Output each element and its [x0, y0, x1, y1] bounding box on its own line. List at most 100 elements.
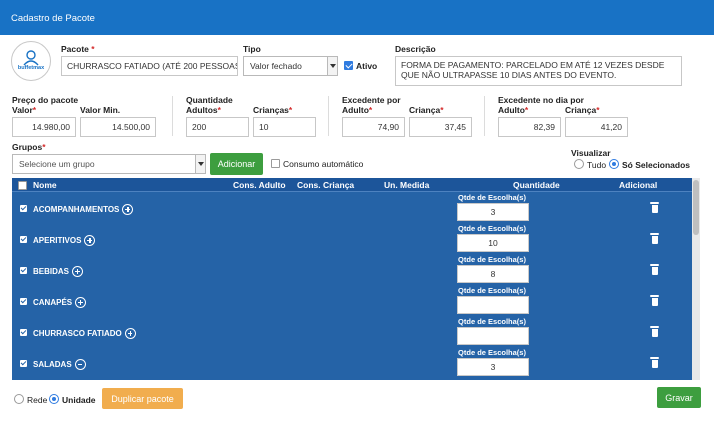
col-nome: Nome — [33, 180, 57, 190]
qty-input[interactable]: 10 — [457, 234, 529, 252]
adultos-input[interactable]: 200 — [186, 117, 249, 137]
quantidade-label: Quantidade — [186, 95, 233, 105]
col-cons-adulto: Cons. Adulto — [233, 180, 286, 190]
trash-icon[interactable] — [650, 233, 659, 244]
excedente-dia-crianca-input[interactable]: 41,20 — [565, 117, 628, 137]
title-bar: Cadastro de Pacote — [0, 0, 714, 35]
row-name: ACOMPANHAMENTOS — [33, 205, 120, 214]
qty-input[interactable]: 3 — [457, 203, 529, 221]
table-row: SALADAS Qtde de Escolha(s) 3 — [12, 348, 692, 379]
row-checkbox[interactable] — [20, 360, 27, 367]
tipo-select[interactable]: Valor fechado — [243, 56, 338, 76]
table-row: APERITIVOS Qtde de Escolha(s) 10 — [12, 224, 692, 255]
table-header: Nome Cons. Adulto Cons. Criança Un. Medi… — [12, 178, 700, 192]
visualizar-label: Visualizar — [571, 148, 611, 158]
table-row: CHURRASCO FATIADO Qtde de Escolha(s) — [12, 317, 692, 348]
excedente-crianca-label: Criança* — [409, 105, 444, 115]
row-name: CHURRASCO FATIADO — [33, 329, 122, 338]
row-name: BEBIDAS — [33, 267, 70, 276]
grupos-table: Nome Cons. Adulto Cons. Criança Un. Medi… — [12, 178, 700, 380]
row-checkbox[interactable] — [20, 205, 27, 212]
trash-icon[interactable] — [650, 326, 659, 337]
pacote-label: Pacote * — [61, 44, 95, 54]
row-name: SALADAS — [33, 360, 72, 369]
plus-circle-icon[interactable] — [124, 328, 136, 339]
consumo-automatico-checkbox[interactable] — [271, 159, 280, 168]
col-adicional: Adicional — [619, 180, 658, 190]
excedente-adulto-label: Adulto* — [342, 105, 373, 115]
trash-icon[interactable] — [650, 357, 659, 368]
window-title: Cadastro de Pacote — [11, 13, 95, 24]
valor-min-input[interactable]: 14.500,00 — [80, 117, 156, 137]
grupos-label: Grupos* — [12, 142, 46, 152]
select-all-checkbox[interactable] — [18, 181, 27, 190]
plus-circle-icon[interactable] — [75, 297, 87, 308]
tudo-label: Tudo — [587, 160, 607, 170]
so-selecionados-radio[interactable] — [609, 159, 619, 169]
ativo-checkbox[interactable] — [344, 61, 353, 70]
chevron-down-icon — [195, 155, 205, 173]
gravar-button[interactable]: Gravar — [657, 387, 701, 408]
rede-radio[interactable] — [14, 394, 24, 404]
col-quantidade: Quantidade — [513, 180, 560, 190]
excedente-dia-label: Excedente no dia por — [498, 95, 584, 105]
criancas-input[interactable]: 10 — [253, 117, 316, 137]
so-selecionados-label: Só Selecionados — [622, 160, 691, 170]
table-scrollbar[interactable] — [692, 178, 700, 380]
trash-icon[interactable] — [650, 295, 659, 306]
user-icon — [23, 50, 39, 66]
adicionar-button[interactable]: Adicionar — [210, 153, 263, 175]
excedente-dia-crianca-label: Criança* — [565, 105, 600, 115]
qty-input[interactable]: 8 — [457, 265, 529, 283]
excedente-dia-adulto-input[interactable]: 82,39 — [498, 117, 561, 137]
minus-circle-icon[interactable] — [74, 359, 86, 370]
qty-input[interactable] — [457, 296, 529, 314]
scrollbar-thumb[interactable] — [693, 180, 699, 235]
duplicar-pacote-button[interactable]: Duplicar pacote — [102, 388, 183, 409]
row-checkbox[interactable] — [20, 267, 27, 274]
descricao-textarea[interactable]: FORMA DE PAGAMENTO: PARCELADO EM ATÉ 12 … — [395, 56, 682, 86]
plus-circle-icon[interactable] — [122, 204, 134, 215]
ativo-label: Ativo — [356, 61, 378, 71]
package-logo[interactable]: buffetmax — [11, 41, 51, 81]
excedente-label: Excedente por — [342, 95, 401, 105]
unidade-label: Unidade — [62, 395, 96, 405]
tudo-radio[interactable] — [574, 159, 584, 169]
qty-input[interactable] — [457, 327, 529, 345]
divider — [484, 96, 485, 136]
unidade-radio[interactable] — [49, 394, 59, 404]
criancas-label: Crianças* — [253, 105, 293, 115]
row-checkbox[interactable] — [20, 298, 27, 305]
logo-text: buffetmax — [17, 65, 45, 71]
preco-label: Preço do pacote — [12, 95, 79, 105]
excedente-adulto-input[interactable]: 74,90 — [342, 117, 405, 137]
valor-label: Valor* — [12, 105, 37, 115]
row-name: CANAPÉS — [33, 298, 73, 307]
plus-circle-icon[interactable] — [84, 235, 96, 246]
valor-input[interactable]: 14.980,00 — [12, 117, 76, 137]
excedente-dia-adulto-label: Adulto* — [498, 105, 529, 115]
divider — [172, 96, 173, 136]
col-un-medida: Un. Medida — [384, 180, 430, 190]
consumo-automatico-label: Consumo automático — [283, 159, 364, 169]
qty-input[interactable]: 3 — [457, 358, 529, 376]
qty-label: Qtde de Escolha(s) — [458, 286, 526, 295]
table-row: ACOMPANHAMENTOS Qtde de Escolha(s) 3 — [12, 193, 692, 224]
table-row: CANAPÉS Qtde de Escolha(s) — [12, 286, 692, 317]
descricao-label: Descrição — [395, 44, 436, 54]
qty-label: Qtde de Escolha(s) — [458, 255, 526, 264]
row-checkbox[interactable] — [20, 329, 27, 336]
col-cons-crianca: Cons. Criança — [297, 180, 355, 190]
qty-label: Qtde de Escolha(s) — [458, 193, 526, 202]
trash-icon[interactable] — [650, 264, 659, 275]
tipo-label: Tipo — [243, 44, 261, 54]
adultos-label: Adultos* — [186, 105, 221, 115]
qty-label: Qtde de Escolha(s) — [458, 317, 526, 326]
plus-circle-icon[interactable] — [72, 266, 84, 277]
trash-icon[interactable] — [650, 202, 659, 213]
pacote-input[interactable]: CHURRASCO FATIADO (ATÉ 200 PESSOAS) — [61, 56, 238, 76]
qty-label: Qtde de Escolha(s) — [458, 348, 526, 357]
grupos-select[interactable]: Selecione um grupo — [12, 154, 206, 174]
excedente-crianca-input[interactable]: 37,45 — [409, 117, 472, 137]
row-checkbox[interactable] — [20, 236, 27, 243]
